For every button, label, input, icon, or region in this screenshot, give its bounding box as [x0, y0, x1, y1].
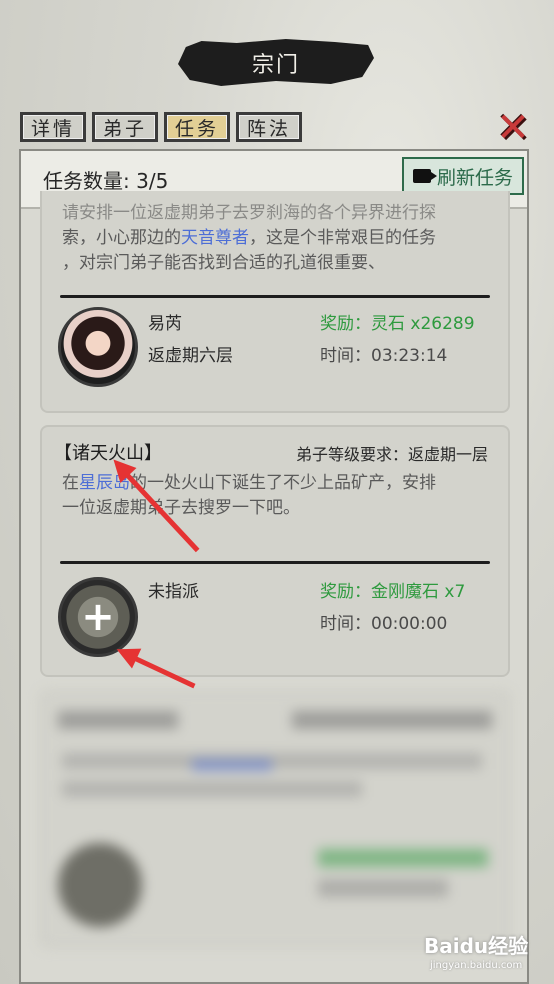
desc-line: ，对宗门弟子能否找到合适的孔道很重要、	[62, 253, 385, 273]
task-requirement: 弟子等级要求：返虚期一层	[296, 445, 489, 464]
tab-disciples[interactable]: 弟子	[92, 112, 158, 142]
desc-line: 请安排一位返虚期弟子去罗刹海的各个异界进行探	[62, 203, 436, 223]
task-time: 时间：00:00:00	[320, 614, 448, 634]
task-reward: 奖励：金刚魔石 x7	[320, 582, 466, 602]
task-time: 时间：03:23:14	[320, 346, 448, 366]
page-title-banner: 宗门	[178, 39, 374, 86]
task-card: 请安排一位返虚期弟子去罗刹海的各个异界进行探 索，小心那边的天音尊者，这是个非常…	[40, 191, 510, 413]
tab-details[interactable]: 详情	[20, 112, 86, 142]
assign-status: 未指派	[148, 582, 199, 602]
close-x-icon[interactable]: ✕	[492, 108, 534, 148]
disciple-rank: 返虚期六层	[148, 346, 233, 366]
desc-line: 索，小心那边的天音尊者，这是个非常艰巨的任务	[62, 228, 436, 248]
page-title: 宗门	[251, 53, 300, 78]
disciple-avatar[interactable]	[58, 307, 138, 387]
task-description: 请安排一位返虚期弟子去罗刹海的各个异界进行探 索，小心那边的天音尊者，这是个非常…	[62, 203, 492, 276]
task-panel: 任务数量: 3/5 刷新任务 请安排一位返虚期弟子去罗刹海的各个异界进行探 索，…	[19, 149, 529, 984]
task-reward: 奖励：灵石 x26289	[320, 314, 475, 334]
npc-link[interactable]: 天音尊者	[181, 228, 249, 248]
disciple-name: 易芮	[148, 314, 182, 334]
task-title: 【诸天火山】	[54, 443, 162, 464]
tab-formations[interactable]: 阵法	[236, 112, 302, 142]
watermark-url: jingyan.baidu.com	[430, 960, 523, 971]
card-divider	[60, 295, 490, 298]
task-count-value: 3/5	[136, 169, 169, 193]
desc-line: 一位返虚期弟子去搜罗一下吧。	[62, 498, 300, 518]
refresh-tasks-button[interactable]: 刷新任务	[402, 157, 524, 195]
watermark: Baidu经验	[424, 934, 529, 958]
tab-bar: 详情 弟子 任务 阵法	[20, 112, 302, 142]
tab-tasks[interactable]: 任务	[164, 112, 230, 142]
task-card-blurred	[40, 691, 510, 947]
task-count: 任务数量: 3/5	[43, 165, 168, 194]
task-count-label: 任务数量:	[43, 169, 130, 193]
plus-icon: +	[81, 594, 115, 640]
card-divider	[60, 561, 490, 564]
refresh-tasks-label: 刷新任务	[436, 166, 513, 189]
video-camera-icon	[412, 169, 437, 183]
